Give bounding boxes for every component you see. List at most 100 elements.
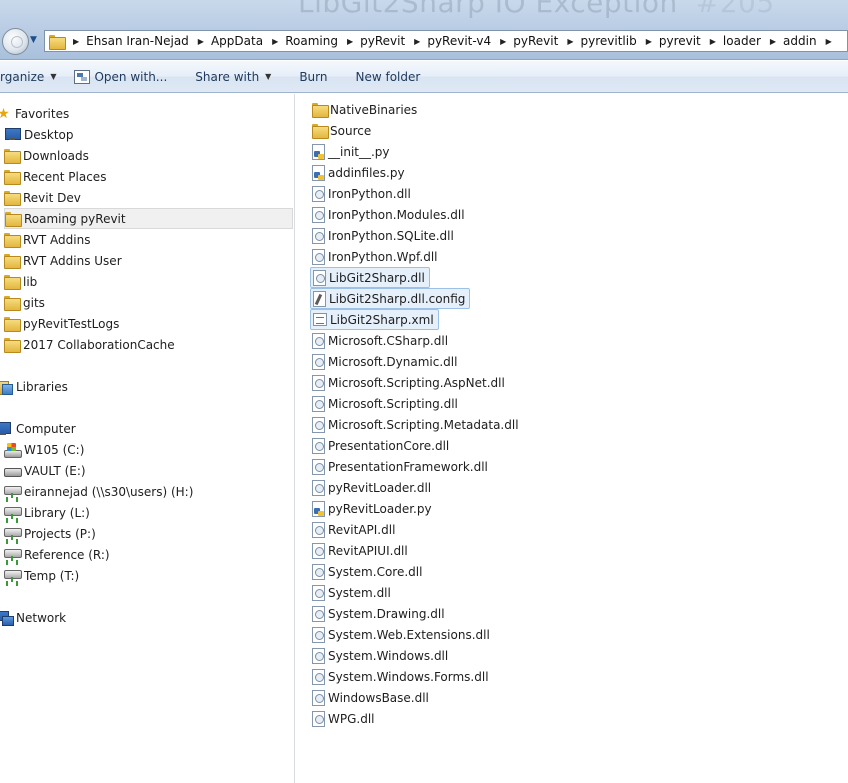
folder-icon — [49, 34, 66, 50]
file-item[interactable]: pyRevitLoader.py — [312, 498, 436, 519]
file-item[interactable]: IronPython.SQLite.dll — [312, 225, 458, 246]
file-item[interactable]: RevitAPI.dll — [312, 519, 399, 540]
breadcrumb-item[interactable]: pyRevit — [513, 34, 558, 48]
nav-drive-item[interactable]: eirannejad (\\s30\users) (H:) — [4, 481, 193, 502]
breadcrumb-separator-icon[interactable]: ▶ — [826, 37, 832, 46]
nav-drive-item[interactable]: VAULT (E:) — [4, 460, 86, 481]
file-item[interactable]: RevitAPIUI.dll — [312, 540, 412, 561]
history-dropdown-icon[interactable]: ▼ — [30, 35, 42, 47]
breadcrumb-item[interactable]: addin — [783, 34, 817, 48]
breadcrumb-separator-icon[interactable]: ▶ — [710, 37, 716, 46]
file-item[interactable]: Microsoft.Scripting.AspNet.dll — [312, 372, 509, 393]
breadcrumb-separator-icon[interactable]: ▶ — [272, 37, 278, 46]
file-item[interactable]: NativeBinaries — [312, 99, 421, 120]
nav-favorite-item[interactable]: Recent Places — [4, 166, 106, 187]
nav-favorite-item[interactable]: pyRevitTestLogs — [4, 313, 119, 334]
dll-file-icon — [312, 521, 325, 538]
nav-drive-item[interactable]: W105 (C:) — [4, 439, 84, 460]
breadcrumb-item[interactable]: pyrevit — [659, 34, 701, 48]
organize-button[interactable]: rganize ▼ — [0, 70, 56, 84]
file-item[interactable]: System.Windows.dll — [312, 645, 452, 666]
nav-favorite-item[interactable]: Downloads — [4, 145, 89, 166]
breadcrumb-item[interactable]: AppData — [211, 34, 263, 48]
nav-item-label: Projects (P:) — [24, 526, 96, 541]
nav-drive-item[interactable]: Temp (T:) — [4, 565, 79, 586]
breadcrumb-separator-icon[interactable]: ▶ — [567, 37, 573, 46]
breadcrumb-separator-icon[interactable]: ▶ — [500, 37, 506, 46]
file-item[interactable]: WindowsBase.dll — [312, 687, 433, 708]
nav-favorite-item[interactable]: gits — [4, 292, 45, 313]
nav-libraries-header[interactable]: Libraries — [0, 376, 68, 397]
file-name: Source — [330, 123, 372, 138]
breadcrumb-item[interactable]: pyRevit-v4 — [427, 34, 491, 48]
nav-favorite-item[interactable]: Desktop — [4, 124, 74, 145]
file-name: LibGit2Sharp.dll.config — [329, 291, 466, 306]
file-item[interactable]: IronPython.dll — [312, 183, 415, 204]
breadcrumb-separator-icon[interactable]: ▶ — [198, 37, 204, 46]
breadcrumb-separator-icon[interactable]: ▶ — [73, 37, 79, 46]
file-item[interactable]: LibGit2Sharp.dll.config — [310, 288, 471, 309]
nav-favorites-header[interactable]: ★ Favorites — [0, 103, 69, 124]
burn-button[interactable]: Burn — [299, 70, 327, 84]
nav-favorite-item[interactable]: 2017 CollaborationCache — [4, 334, 175, 355]
nav-drive-item[interactable]: Reference (R:) — [4, 544, 110, 565]
file-item[interactable]: LibGit2Sharp.dll — [310, 267, 430, 288]
file-name: System.Drawing.dll — [328, 606, 445, 621]
file-list: NativeBinaries Source __init__.py addinfile… — [296, 94, 848, 783]
nav-drive-item[interactable]: Projects (P:) — [4, 523, 96, 544]
file-name: pyRevitLoader.dll — [328, 480, 432, 495]
file-item[interactable]: System.Core.dll — [312, 561, 426, 582]
file-item[interactable]: System.Drawing.dll — [312, 603, 449, 624]
nav-favorite-item[interactable]: RVT Addins — [4, 229, 90, 250]
nav-computer-header[interactable]: Computer — [0, 418, 76, 439]
file-item[interactable]: Microsoft.CSharp.dll — [312, 330, 452, 351]
file-item[interactable]: addinfiles.py — [312, 162, 409, 183]
file-item[interactable]: WPG.dll — [312, 708, 379, 729]
breadcrumb-separator-icon[interactable]: ▶ — [646, 37, 652, 46]
breadcrumb-item[interactable]: loader — [723, 34, 761, 48]
folder-icon — [312, 103, 329, 118]
breadcrumb-separator-icon[interactable]: ▶ — [347, 37, 353, 46]
share-with-button[interactable]: Share with ▼ — [195, 70, 271, 84]
file-item[interactable]: System.dll — [312, 582, 395, 603]
nav-item-label: Temp (T:) — [24, 568, 80, 583]
background-title-text: LibGit2Sharp IO Exception — [298, 0, 678, 19]
nav-favorite-item[interactable]: Roaming pyRevit — [4, 208, 293, 229]
folder-icon — [4, 296, 21, 311]
file-name: __init__.py — [328, 144, 390, 159]
file-item[interactable]: Source — [312, 120, 375, 141]
breadcrumb-item[interactable]: Roaming — [285, 34, 338, 48]
breadcrumb-separator-icon[interactable]: ▶ — [414, 37, 420, 46]
breadcrumb-separator-icon[interactable]: ▶ — [770, 37, 776, 46]
file-item[interactable]: IronPython.Wpf.dll — [312, 246, 442, 267]
file-name: IronPython.Modules.dll — [328, 207, 465, 222]
file-item[interactable]: __init__.py — [312, 141, 394, 162]
breadcrumb-item[interactable]: Ehsan Iran-Nejad — [86, 34, 189, 48]
file-item[interactable]: System.Windows.Forms.dll — [312, 666, 493, 687]
nav-favorite-item[interactable]: RVT Addins User — [4, 250, 122, 271]
nav-network-header[interactable]: Network — [0, 607, 66, 628]
open-with-button[interactable]: Open with... — [74, 69, 167, 84]
file-item[interactable]: IronPython.Modules.dll — [312, 204, 469, 225]
nav-drive-item[interactable]: Library (L:) — [4, 502, 90, 523]
folder-icon — [4, 338, 21, 353]
file-item[interactable]: PresentationFramework.dll — [312, 456, 492, 477]
breadcrumb-item[interactable]: pyrevitlib — [580, 34, 636, 48]
nav-favorite-item[interactable]: lib — [4, 271, 37, 292]
file-item[interactable]: Microsoft.Scripting.Metadata.dll — [312, 414, 523, 435]
dll-file-icon — [312, 668, 325, 685]
breadcrumb-item[interactable]: pyRevit — [360, 34, 405, 48]
file-item[interactable]: Microsoft.Dynamic.dll — [312, 351, 461, 372]
address-bar[interactable]: ▶ Ehsan Iran-Nejad ▶ AppData ▶ Roaming ▶ pyRevi… — [44, 30, 848, 52]
file-name: WindowsBase.dll — [328, 690, 429, 705]
file-item[interactable]: pyRevitLoader.dll — [312, 477, 435, 498]
nav-favorite-item[interactable]: Revit Dev — [4, 187, 81, 208]
xml-file-icon — [313, 313, 327, 326]
file-item[interactable]: Microsoft.Scripting.dll — [312, 393, 462, 414]
file-item[interactable]: PresentationCore.dll — [312, 435, 453, 456]
back-button[interactable] — [2, 28, 29, 55]
file-item[interactable]: System.Web.Extensions.dll — [312, 624, 494, 645]
open-with-icon — [74, 69, 91, 84]
file-item[interactable]: LibGit2Sharp.xml — [310, 309, 439, 330]
new-folder-button[interactable]: New folder — [356, 70, 421, 84]
